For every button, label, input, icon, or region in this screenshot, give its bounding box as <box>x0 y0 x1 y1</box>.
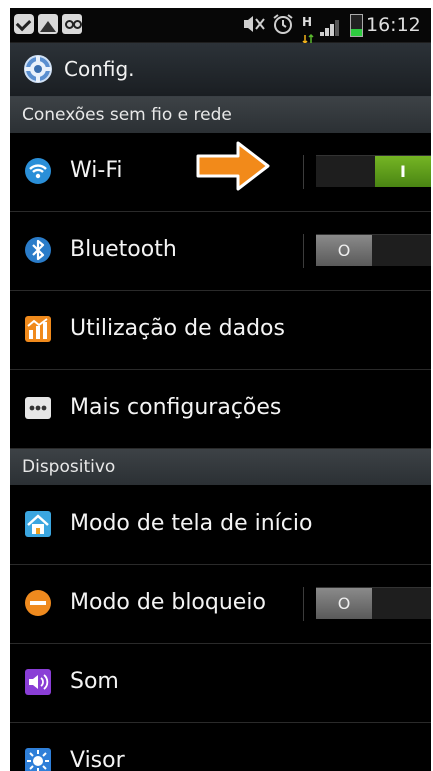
list-item-home-screen-mode[interactable]: Modo de tela de início <box>10 485 431 565</box>
app-title-bar: Config. <box>10 43 431 97</box>
toggle-off-knob: O <box>316 588 372 619</box>
home-screen-icon <box>24 510 52 538</box>
list-item-more-settings[interactable]: Mais configurações <box>10 370 431 449</box>
list-item-display[interactable]: Visor <box>10 723 431 771</box>
toggle-off-knob: O <box>316 235 372 266</box>
sound-icon <box>24 668 52 696</box>
check-icon <box>14 14 34 34</box>
status-time: 16:12 <box>366 14 421 36</box>
divider <box>303 587 304 621</box>
wifi-label: Wi-Fi <box>70 158 123 183</box>
signal-icon <box>320 18 346 36</box>
gallery-icon <box>38 14 58 34</box>
alarm-icon <box>272 13 294 41</box>
list-item-blocking-mode[interactable]: Modo de bloqueio O <box>10 565 431 644</box>
h-indicator: H <box>302 15 313 29</box>
data-usage-icon <box>24 315 52 343</box>
display-icon <box>24 747 52 771</box>
wifi-toggle[interactable]: I <box>316 155 431 187</box>
divider <box>303 155 304 189</box>
bluetooth-toggle[interactable]: O <box>316 234 431 266</box>
settings-gear-icon[interactable] <box>22 53 54 85</box>
data-usage-label: Utilização de dados <box>70 316 285 341</box>
annotation-arrow-icon <box>194 140 272 192</box>
section-header-device: Dispositivo <box>10 449 431 485</box>
section-header-wireless: Conexões sem fio e rede <box>10 97 431 133</box>
sound-label: Som <box>70 669 119 694</box>
blocking-mode-label: Modo de bloqueio <box>70 590 266 615</box>
bluetooth-label: Bluetooth <box>70 237 177 262</box>
display-label: Visor <box>70 748 125 771</box>
blocking-mode-toggle[interactable]: O <box>316 587 431 619</box>
voicemail-icon <box>62 14 82 34</box>
data-icon: H <box>302 11 314 45</box>
more-settings-label: Mais configurações <box>70 395 282 420</box>
bluetooth-icon <box>24 236 52 264</box>
list-item-bluetooth[interactable]: Bluetooth O <box>10 212 431 291</box>
divider <box>303 234 304 268</box>
page-title: Config. <box>64 57 135 81</box>
status-bar: H 16:12 <box>10 8 431 45</box>
list-item-sound[interactable]: Som <box>10 644 431 723</box>
phone-screen: H 16:12 Config. Conexões sem fio e rede <box>10 8 431 771</box>
list-item-data-usage[interactable]: Utilização de dados <box>10 291 431 370</box>
blocking-icon <box>24 589 52 617</box>
more-icon <box>24 394 52 422</box>
wifi-icon <box>24 157 52 185</box>
battery-icon <box>350 14 363 37</box>
home-screen-mode-label: Modo de tela de início <box>70 511 313 536</box>
toggle-on-knob: I <box>375 156 431 187</box>
mute-icon <box>242 13 266 41</box>
